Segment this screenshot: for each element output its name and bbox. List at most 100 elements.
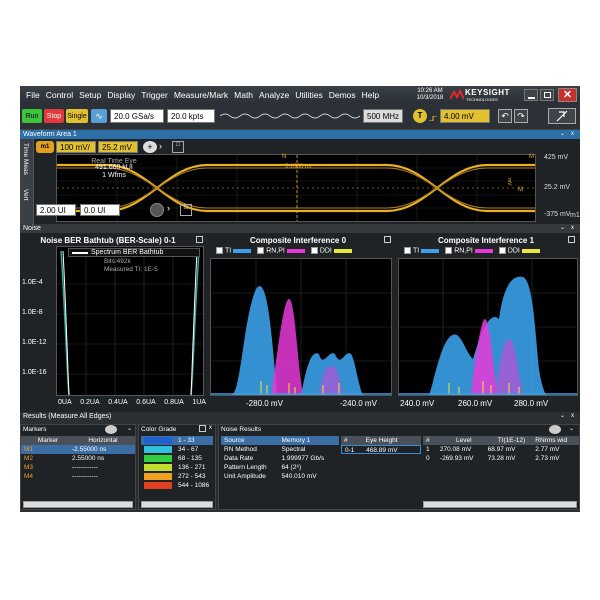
table-row[interactable]: 0 -269.93 mV 73.28 mV 2.73 mV — [423, 454, 579, 463]
close-button[interactable]: ✕ — [558, 88, 577, 102]
single-button[interactable]: Single — [66, 109, 88, 123]
list-item[interactable]: 544 - 1086 — [141, 481, 213, 490]
table-row[interactable]: 1 270.08 mV 68.97 mV 2.77 mV — [423, 445, 579, 454]
menu-file[interactable]: File — [26, 90, 40, 100]
color-range: 544 - 1086 — [178, 482, 210, 489]
xtick-6: 1UA — [192, 399, 206, 406]
trigger-level-field[interactable]: 4.00 mV — [440, 109, 490, 123]
bathtub-maximize-icon[interactable] — [196, 236, 203, 243]
overlay-line-2: 491.660 kUI — [95, 164, 133, 171]
markers-panel: Markers ⌄ Marker Horizontal M1 -2.55000 … — [20, 424, 136, 510]
results-menu-icon[interactable]: ⌄ — [560, 412, 565, 421]
ci0-maximize-icon[interactable] — [384, 236, 391, 243]
markers-menu-icon[interactable]: ⌄ — [127, 425, 132, 432]
clock-time: 10:26 AM — [417, 88, 443, 94]
color-grade-maximize-icon[interactable] — [199, 425, 206, 432]
ci1-maximize-icon[interactable] — [568, 236, 575, 243]
table-row[interactable]: M3 ------------ — [21, 463, 135, 472]
marker-n-label: N — [282, 154, 287, 160]
menu-demos[interactable]: Demos — [329, 90, 356, 100]
menu-help[interactable]: Help — [362, 90, 379, 100]
legend-line-icon — [72, 252, 88, 254]
noise-results-menu-icon[interactable]: ⌄ — [569, 425, 574, 432]
table-row[interactable]: M4 ------------ — [21, 472, 135, 481]
ci0-plot[interactable] — [210, 258, 392, 396]
menu-measure-mark[interactable]: Measure/Mark — [174, 90, 228, 100]
menu-utilities[interactable]: Utilities — [295, 90, 322, 100]
horizontal-scale-field[interactable]: 0.0 UI — [80, 204, 120, 216]
noise-menu-icon[interactable]: ⌄ — [560, 224, 565, 233]
menu-math[interactable]: Math — [234, 90, 253, 100]
redo-button[interactable]: ↷ — [514, 109, 528, 123]
menu-trigger[interactable]: Trigger — [141, 90, 168, 100]
ci0-ddi-checkbox[interactable] — [310, 247, 318, 254]
window-toggle-icon[interactable]: □ — [172, 141, 184, 153]
ci1-legend: TI RN,PI DDI — [404, 247, 544, 254]
menu-control[interactable]: Control — [46, 90, 73, 100]
list-item[interactable]: 68 - 135 — [141, 454, 213, 463]
expand-right-icon[interactable]: › — [159, 141, 169, 153]
eye-header-row: # Eye Height — [341, 436, 421, 445]
horizontal-position-field[interactable]: 2.00 UI — [36, 204, 76, 216]
autoscale-button[interactable]: ∿ — [91, 109, 107, 123]
eye-height: 468.89 mV — [366, 447, 398, 454]
color-grade-title: Color Grade — [141, 426, 177, 433]
memory-depth-field[interactable]: 20.0 kpts — [167, 109, 215, 123]
ci0-ti-checkbox[interactable] — [216, 247, 223, 254]
markers-title: Markers — [23, 426, 47, 433]
color-grade-close-icon[interactable]: x — [209, 425, 212, 431]
expand-right-icon-2[interactable]: › — [167, 203, 170, 213]
markers-scrollbar[interactable] — [23, 501, 133, 508]
ytick-4: 1.0E-16 — [22, 369, 47, 376]
minimize-button[interactable] — [524, 89, 538, 101]
vertical-offset-field[interactable]: 25.2 mV — [98, 141, 138, 153]
stop-button[interactable]: Stop — [44, 109, 64, 123]
waveform-area-menu-icon[interactable]: ⌄ — [560, 130, 565, 139]
vert-tab[interactable]: Vert — [22, 189, 29, 201]
noise-results-settings-icon[interactable] — [549, 425, 561, 434]
list-item[interactable]: 272 - 543 — [141, 472, 213, 481]
ci0-rnpi-checkbox[interactable] — [257, 247, 265, 254]
horizontal-knob-icon[interactable] — [150, 203, 164, 217]
ci1-ti-checkbox[interactable] — [404, 247, 411, 254]
list-item[interactable]: 34 - 67 — [141, 445, 213, 454]
trigger-edge-icon — [429, 114, 437, 122]
markers-col-marker: Marker — [37, 437, 59, 444]
menu-display[interactable]: Display — [107, 90, 135, 100]
table-row[interactable]: M2 2.55000 ns — [21, 454, 135, 463]
undo-button[interactable]: ↶ — [498, 109, 512, 123]
color-grade-scrollbar[interactable] — [141, 501, 213, 508]
bandwidth-field[interactable]: 500 MHz — [363, 109, 403, 123]
keysight-logo-icon — [449, 88, 465, 101]
ci1-rnpi-checkbox[interactable] — [445, 247, 453, 254]
list-item[interactable]: 1 - 33 — [141, 436, 213, 445]
waveform-area-close-icon[interactable]: x — [571, 130, 574, 139]
time-meas-tab[interactable]: Time Meas — [22, 143, 29, 175]
window-toggle-icon-2[interactable]: □ — [180, 204, 192, 216]
lvl-col-level: Level — [455, 437, 472, 444]
maximize-button[interactable] — [540, 89, 554, 101]
run-button[interactable]: Run — [22, 109, 42, 123]
levels-scrollbar[interactable] — [423, 501, 577, 508]
ci1-plot[interactable] — [398, 258, 578, 396]
noise-close-icon[interactable]: x — [571, 224, 574, 233]
add-button[interactable]: + — [143, 141, 157, 153]
levels-header-row: # Level TI(1E-12) RNrms wid — [423, 436, 579, 445]
trigger-indicator[interactable]: T — [413, 109, 427, 123]
ci0-rnpi-label: RN,PI — [266, 247, 285, 255]
results-close-icon[interactable]: x — [571, 412, 574, 421]
table-row[interactable]: M1 -2.55000 ns — [21, 445, 135, 454]
list-item[interactable]: 136 - 271 — [141, 463, 213, 472]
menu-analyze[interactable]: Analyze — [259, 90, 289, 100]
markers-settings-icon[interactable] — [105, 425, 117, 434]
table-row[interactable]: 0-1 468.89 mV — [341, 445, 421, 454]
touch-off-button[interactable] — [548, 108, 576, 124]
sample-rate-field[interactable]: 20.0 GSa/s — [110, 109, 164, 123]
channel-badge[interactable]: m1 — [36, 141, 54, 153]
menu-setup[interactable]: Setup — [79, 90, 101, 100]
xtick-1: 0UA — [58, 399, 72, 406]
ci1-ddi-checkbox[interactable] — [498, 247, 506, 254]
side-tabs: Time Meas Vert — [20, 139, 34, 224]
vertical-scale-field[interactable]: 100 mV/ — [56, 141, 96, 153]
bandwidth-squiggle-icon — [219, 112, 361, 120]
